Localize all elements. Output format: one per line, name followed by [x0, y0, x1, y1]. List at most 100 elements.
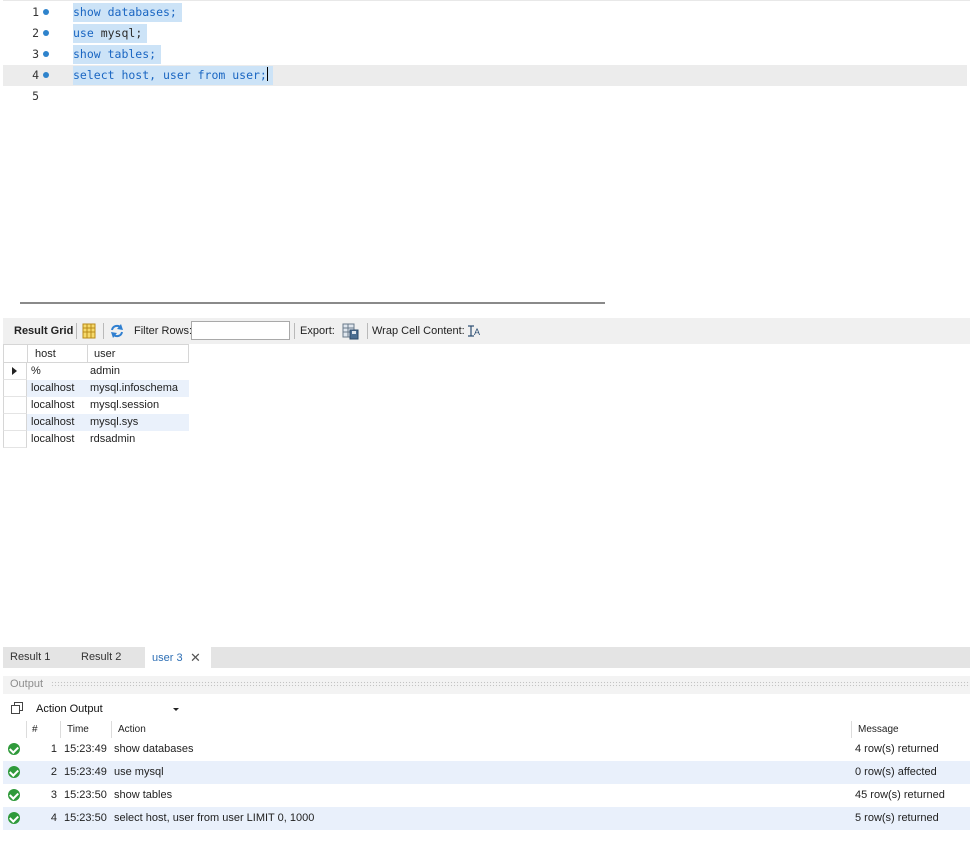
row-selector[interactable]	[3, 431, 27, 448]
editor-line[interactable]: 3 show tables;	[3, 44, 967, 65]
toolbar-separator	[294, 323, 295, 339]
table-row[interactable]: localhost rdsadmin	[3, 431, 189, 448]
output-message: 4 row(s) returned	[855, 743, 939, 755]
grid-layout-icon[interactable]	[80, 322, 98, 340]
tab-result-1[interactable]: Result 1	[3, 647, 57, 668]
row-selector[interactable]	[3, 414, 27, 431]
output-action: select host, user from user LIMIT 0, 100…	[114, 812, 315, 824]
output-action: show databases	[114, 743, 194, 755]
statement-marker-icon[interactable]	[43, 9, 49, 15]
cell-user[interactable]: mysql.session	[87, 397, 189, 414]
table-row[interactable]: localhost mysql.sys	[3, 414, 189, 431]
column-divider[interactable]	[87, 345, 88, 363]
success-check-icon	[8, 812, 20, 824]
column-divider	[26, 721, 27, 738]
table-row[interactable]: localhost mysql.session	[3, 397, 189, 414]
workbench-window: 1 show databases; 2 use mysql; 3 show tables;…	[0, 0, 970, 844]
sql-statement[interactable]: select host, user from user;	[73, 66, 273, 85]
column-header-message[interactable]: Message	[858, 721, 899, 738]
output-message: 5 row(s) returned	[855, 812, 939, 824]
column-header-action[interactable]: Action	[118, 721, 146, 738]
table-row[interactable]: % admin	[3, 363, 189, 380]
line-number: 2	[32, 26, 39, 40]
column-divider	[851, 721, 852, 738]
output-table-header: # Time Action Message	[3, 721, 970, 738]
cell-user[interactable]: admin	[87, 363, 189, 380]
table-row[interactable]: localhost mysql.infoschema	[3, 380, 189, 397]
export-icon[interactable]	[341, 322, 359, 340]
output-row[interactable]: 2 15:23:49 use mysql 0 row(s) affected	[3, 761, 970, 784]
cell-user[interactable]: rdsadmin	[87, 431, 189, 448]
line-number: 3	[32, 47, 39, 61]
cell-host[interactable]: localhost	[27, 397, 87, 414]
wrap-text-icon[interactable]: A	[466, 322, 482, 340]
column-header-time[interactable]: Time	[67, 721, 89, 738]
filter-rows-label: Filter Rows:	[134, 325, 193, 337]
row-selector[interactable]	[3, 363, 27, 380]
editor-line[interactable]: 1 show databases;	[3, 2, 967, 23]
cell-host[interactable]: localhost	[27, 431, 87, 448]
editor-horizontal-scrollbar[interactable]	[20, 302, 605, 304]
column-header-host[interactable]: host	[35, 345, 56, 363]
copy-icon[interactable]	[11, 702, 23, 714]
column-divider	[60, 721, 61, 738]
editor-line[interactable]: 4 select host, user from user;	[3, 65, 967, 86]
wrap-cell-content-label: Wrap Cell Content:	[372, 325, 465, 337]
output-row[interactable]: 4 15:23:50 select host, user from user LIM…	[3, 807, 970, 830]
output-time: 15:23:49	[64, 743, 107, 755]
filter-rows-input[interactable]	[191, 321, 290, 340]
statement-marker-icon[interactable]	[43, 72, 49, 78]
panel-grip[interactable]	[51, 681, 970, 688]
export-label: Export:	[300, 325, 335, 337]
sql-statement[interactable]: use mysql;	[73, 24, 148, 43]
row-selector[interactable]	[3, 397, 27, 414]
grid-header: host user	[3, 344, 189, 363]
column-divider	[27, 345, 28, 363]
output-panel-header: Output	[3, 676, 970, 694]
sql-token: select host, user from user;	[73, 68, 267, 82]
sql-editor[interactable]: 1 show databases; 2 use mysql; 3 show tables;…	[3, 0, 970, 297]
toolbar-separator	[103, 323, 104, 339]
cell-user[interactable]: mysql.sys	[87, 414, 189, 431]
editor-line[interactable]: 5	[3, 86, 967, 107]
close-tab-icon[interactable]: ✕	[190, 647, 201, 668]
output-mode-select[interactable]: Action Output	[32, 699, 184, 718]
statement-marker-icon[interactable]	[43, 51, 49, 57]
output-action: show tables	[114, 789, 173, 801]
row-selector[interactable]	[3, 380, 27, 397]
output-title: Output	[10, 678, 44, 690]
success-check-icon	[8, 766, 20, 778]
output-message: 0 row(s) affected	[855, 766, 937, 778]
output-mode-value: Action Output	[36, 703, 103, 715]
tab-result-2[interactable]: Result 2	[74, 647, 128, 668]
chevron-down-icon	[173, 708, 179, 711]
cell-user[interactable]: mysql.infoschema	[87, 380, 189, 397]
output-toolbar: Action Output	[3, 697, 970, 720]
output-number: 3	[50, 789, 57, 801]
output-number: 1	[50, 743, 57, 755]
line-number: 5	[32, 89, 39, 103]
sql-statement[interactable]: show databases;	[73, 3, 182, 22]
output-time: 15:23:49	[64, 766, 107, 778]
line-number: 4	[32, 68, 39, 82]
column-header-user[interactable]: user	[94, 345, 115, 363]
sql-token: show databases;	[73, 5, 177, 19]
output-message: 45 row(s) returned	[855, 789, 945, 801]
cell-host[interactable]: %	[27, 363, 87, 380]
editor-line[interactable]: 2 use mysql;	[3, 23, 967, 44]
cell-host[interactable]: localhost	[27, 414, 87, 431]
sql-token: use	[73, 26, 101, 40]
output-number: 2	[50, 766, 57, 778]
sql-token: show tables;	[73, 47, 157, 61]
success-check-icon	[8, 789, 20, 801]
cell-host[interactable]: localhost	[27, 380, 87, 397]
output-time: 15:23:50	[64, 789, 107, 801]
sql-statement[interactable]: show tables;	[73, 45, 162, 64]
column-header-number[interactable]: #	[32, 721, 38, 738]
output-row[interactable]: 1 15:23:49 show databases 4 row(s) returned	[3, 738, 970, 761]
statement-marker-icon[interactable]	[43, 30, 49, 36]
result-grid-tab[interactable]: Result Grid	[14, 318, 73, 344]
output-row[interactable]: 3 15:23:50 show tables 45 row(s) returned	[3, 784, 970, 807]
refresh-icon[interactable]	[108, 322, 126, 340]
line-number: 1	[32, 5, 39, 19]
